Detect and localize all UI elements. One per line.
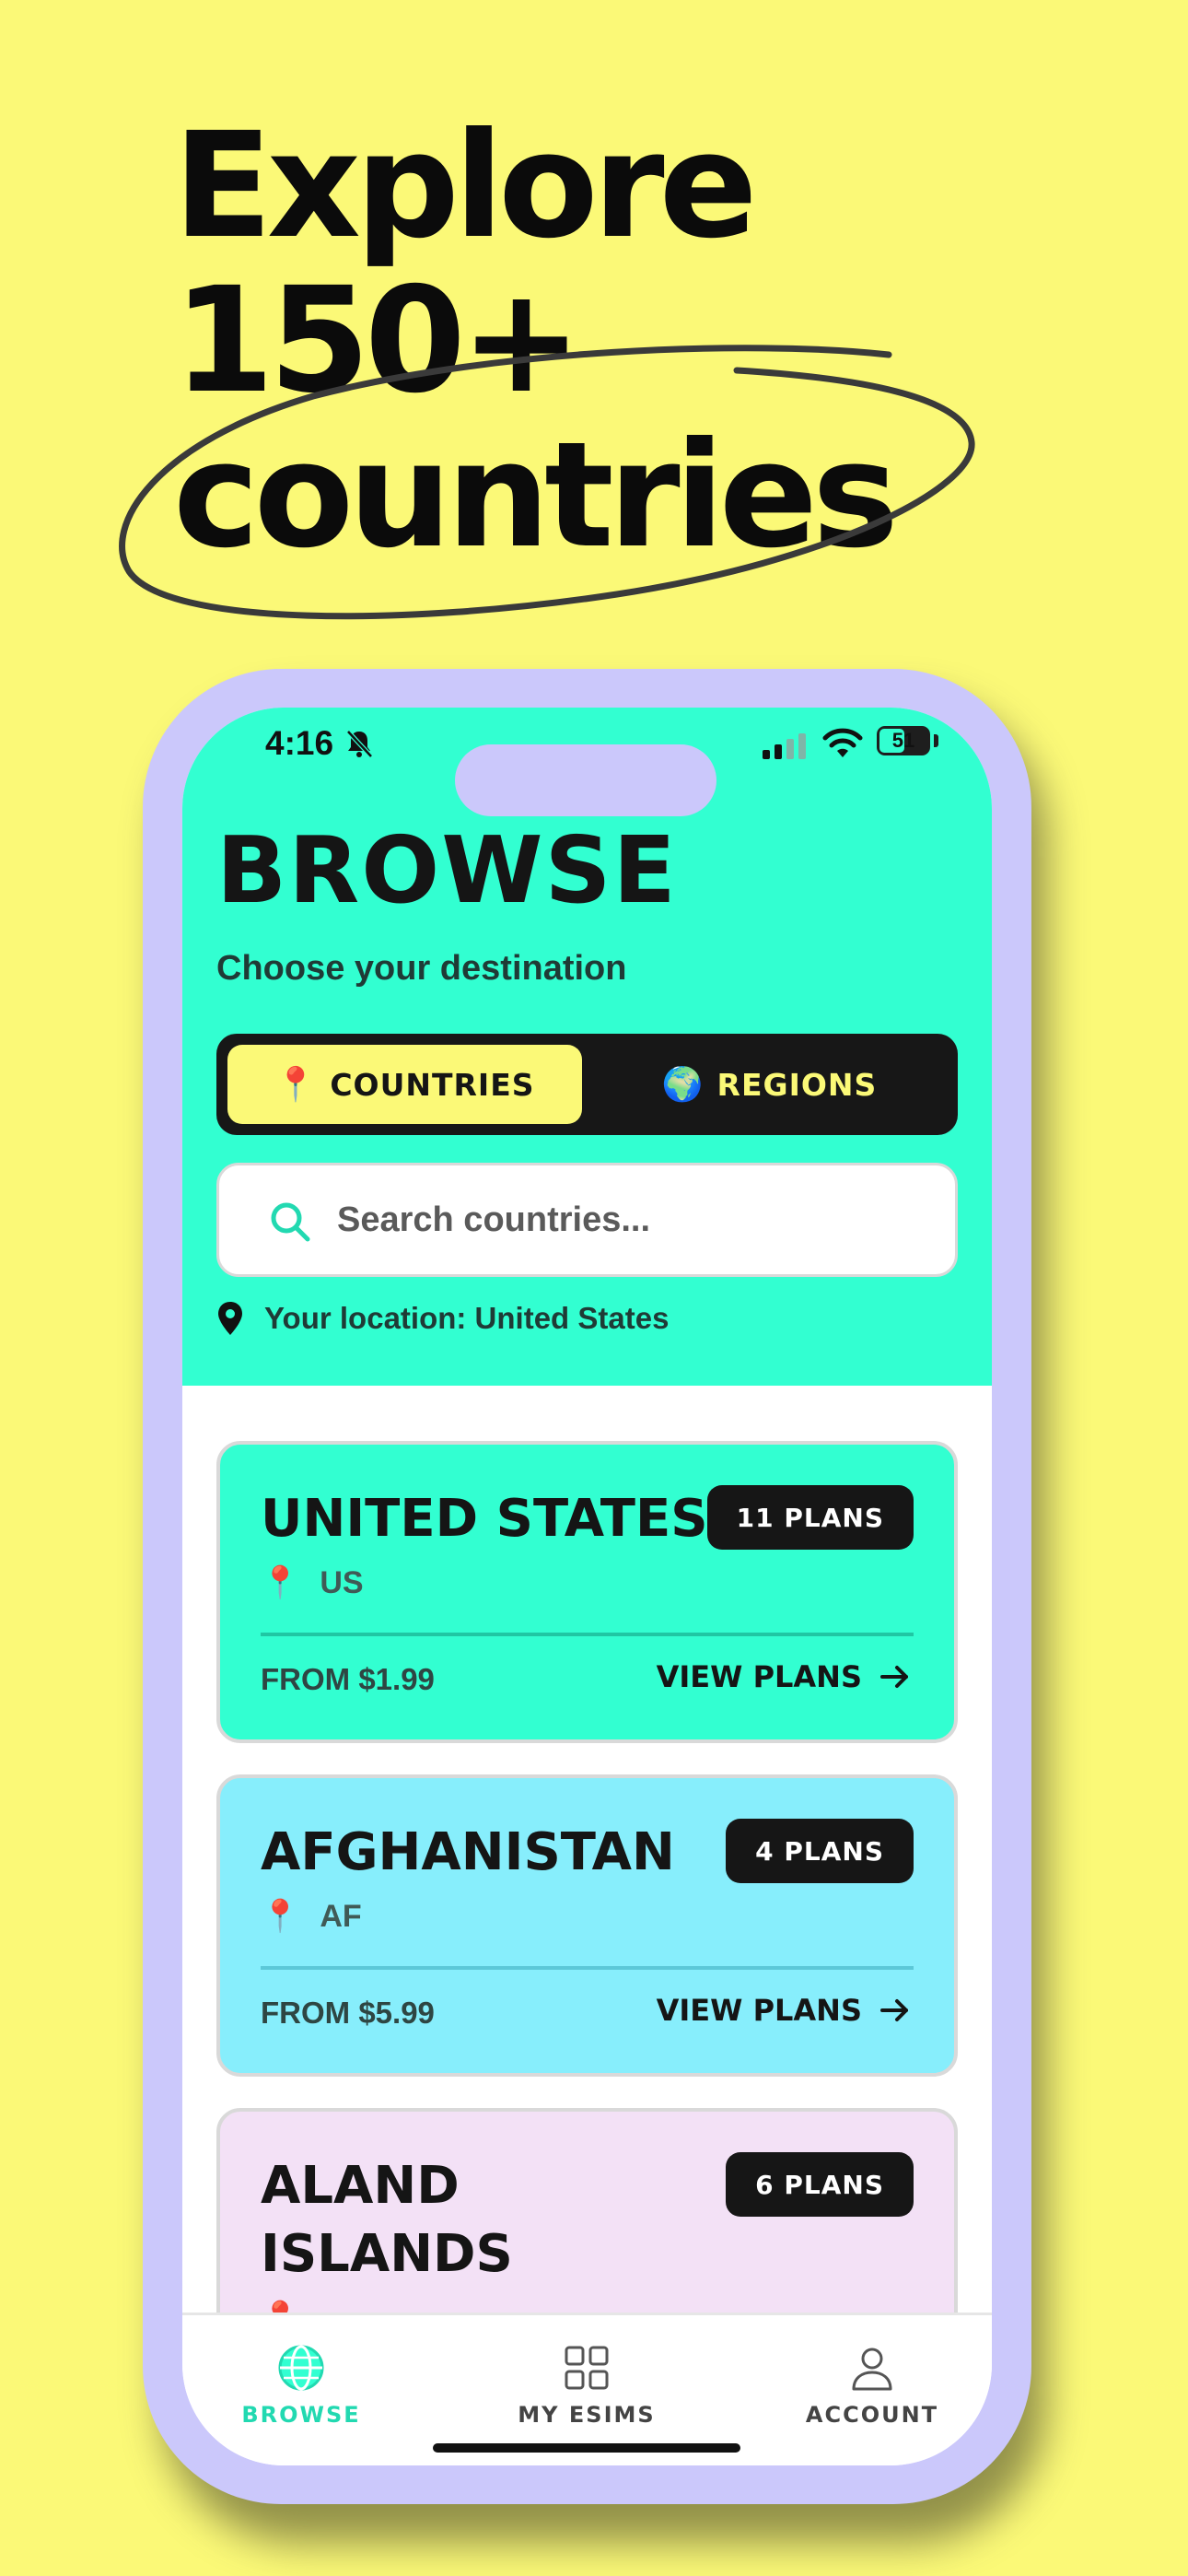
pin-emoji-icon: 📍 [261,1899,300,1934]
country-card-united-states[interactable]: UNITED STATES 11 PLANS 📍 US FROM $1.99 V… [216,1441,958,1743]
country-code-row: 📍 AF [261,1898,362,1935]
view-plans-link[interactable]: VIEW PLANS [657,1658,914,1695]
country-code: AF [320,1898,362,1934]
tab-browse-label: BROWSE [241,2402,361,2428]
country-name: AFGHANISTAN [261,1822,675,1882]
headline-line-1: Explore [173,101,758,271]
plans-badge: 6 PLANS [726,2152,914,2217]
tab-my-esims-label: MY ESIMS [518,2402,656,2428]
search-input[interactable] [337,1188,926,1252]
wifi-icon [822,728,863,757]
card-divider [261,1966,914,1970]
pin-emoji-icon: 📍 [274,1066,318,1104]
tab-browse[interactable]: BROWSE [200,2343,402,2428]
tab-countries-label: COUNTRIES [330,1066,535,1103]
browse-header: 4:16 51 BROWSE Choose your destination 📍… [182,708,992,1386]
country-code: US [320,1564,364,1600]
bell-muted-icon [346,730,373,758]
grid-icon [565,2346,609,2390]
price-from: FROM $1.99 [261,1662,435,1696]
plans-badge: 11 PLANS [706,1485,914,1550]
arrow-right-icon [880,1999,908,2021]
tab-account[interactable]: ACCOUNT [771,2343,973,2428]
battery-label: 51 [891,729,915,752]
card-divider [261,1633,914,1636]
tab-countries[interactable]: 📍 COUNTRIES [227,1045,582,1124]
globe-emoji-icon: 🌍 [661,1066,705,1104]
phone-screen: 4:16 51 BROWSE Choose your destination 📍… [182,708,992,2465]
country-card-afghanistan[interactable]: AFGHANISTAN 4 PLANS 📍 AF FROM $5.99 VIEW… [216,1774,958,2077]
view-plans-label: VIEW PLANS [656,1993,862,2028]
location-text: Your location: United States [264,1301,670,1335]
country-name: UNITED STATES [261,1489,708,1549]
search-box[interactable] [216,1163,958,1277]
signal-icon [763,733,806,759]
page-subtitle: Choose your destination [216,949,627,988]
plans-badge: 4 PLANS [726,1819,914,1883]
search-icon [271,1202,310,1242]
location-pin-icon [218,1302,242,1335]
price-from: FROM $5.99 [261,1996,435,2030]
globe-icon [278,2345,324,2391]
page-title: BROWSE [216,816,678,924]
view-plans-label: VIEW PLANS [656,1659,862,1694]
battery-nub [934,734,938,747]
country-name: ALAND ISLANDS [261,2152,513,2289]
segmented-control: 📍 COUNTRIES 🌍 REGIONS [216,1034,958,1135]
status-time: 4:16 [265,724,334,762]
tab-account-label: ACCOUNT [805,2402,939,2428]
tab-regions[interactable]: 🌍 REGIONS [592,1045,947,1124]
home-indicator [433,2443,740,2453]
country-name-line-2: ISLANDS [261,2224,513,2284]
tab-regions-label: REGIONS [716,1066,878,1103]
country-name-line-1: ALAND [261,2156,460,2216]
tab-my-esims[interactable]: MY ESIMS [485,2343,688,2428]
battery-icon: 51 [877,726,930,755]
country-code-row: 📍 US [261,1564,364,1601]
view-plans-link[interactable]: VIEW PLANS [657,1992,914,2029]
arrow-right-icon [880,1666,908,1688]
dynamic-island [455,744,716,816]
location-row: Your location: United States [216,1301,669,1336]
scribble-ellipse [119,345,975,620]
pin-emoji-icon: 📍 [261,1565,300,1600]
person-icon [852,2348,892,2391]
